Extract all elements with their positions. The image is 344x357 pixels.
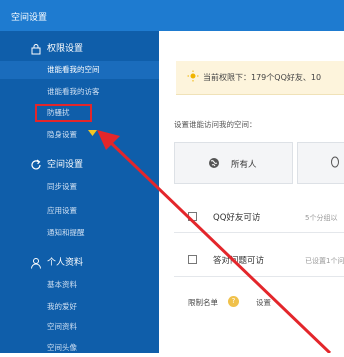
sidebar-item-who-can-view[interactable]: 谁能看我的空间 <box>0 61 159 79</box>
highlight-box <box>35 104 92 122</box>
sidebar-item-label: 空间头像 <box>47 343 77 352</box>
sidebar-item-label: 应用设置 <box>47 206 77 215</box>
sidebar-item-sync[interactable]: 同步设置 <box>0 178 159 196</box>
sidebar-item-space-info[interactable]: 空间资料 <box>0 318 159 336</box>
row-label: 答对问题可访 <box>213 256 265 266</box>
sidebar-item-basic-info[interactable]: 基本资料 <box>0 276 159 294</box>
sidebar-item-invisible[interactable]: 隐身设置 <box>0 126 159 144</box>
row-note: 5个分组以 <box>305 214 338 222</box>
lock-icon <box>31 44 41 55</box>
qq-friends-checkbox[interactable] <box>188 212 197 221</box>
diamond-icon <box>88 130 97 136</box>
row-note: 已设置1个问题 <box>305 257 344 265</box>
notice-text: 当前权限下：179个QQ好友、10 <box>203 73 322 82</box>
sidebar-item-label: 我的爱好 <box>47 302 77 311</box>
row-label: QQ好友可访 <box>213 213 261 223</box>
section-label: 空间设置 <box>47 160 84 170</box>
section-label: 个人资料 <box>47 258 84 268</box>
user-icon <box>31 258 41 269</box>
section-space-settings: 空间设置 <box>0 157 83 173</box>
sidebar-item-visitors[interactable]: 谁能看我的访客 <box>0 83 159 101</box>
section-label: 权限设置 <box>47 44 84 54</box>
globe-icon <box>209 158 219 168</box>
section-profile: 个人资料 <box>0 255 83 271</box>
option-everyone-label: 所有人 <box>231 160 257 170</box>
sidebar-item-label: 谁能看我的访客 <box>47 87 100 96</box>
sidebar-item-label: 通知和提醒 <box>47 228 85 237</box>
sidebar-item-avatar[interactable]: 空间头像 <box>0 339 159 357</box>
sidebar-item-notifications[interactable]: 通知和提醒 <box>0 224 159 242</box>
sun-icon <box>187 70 199 82</box>
question-label: 设置谁能访问我的空间： <box>174 120 257 129</box>
title-bar: 空间设置 <box>0 0 344 31</box>
answer-question-checkbox[interactable] <box>188 255 197 264</box>
window-title: 空间设置 <box>11 13 48 23</box>
blacklist-label: 限制名单 <box>188 298 218 307</box>
sidebar-item-label: 基本资料 <box>47 280 77 289</box>
sidebar-item-hobbies[interactable]: 我的爱好 <box>0 298 159 316</box>
help-icon[interactable]: ? <box>228 296 239 307</box>
penguin-icon <box>331 156 339 168</box>
section-permissions: 权限设置 <box>0 41 83 57</box>
blacklist-settings-link[interactable]: 设置 <box>256 297 271 308</box>
sidebar-item-label: 空间资料 <box>47 322 77 331</box>
sidebar-item-label: 隐身设置 <box>47 130 77 139</box>
sidebar-item-apps[interactable]: 应用设置 <box>0 202 159 220</box>
refresh-icon <box>31 159 41 170</box>
sidebar-item-label: 谁能看我的空间 <box>47 65 100 74</box>
sidebar-item-label: 同步设置 <box>47 182 77 191</box>
